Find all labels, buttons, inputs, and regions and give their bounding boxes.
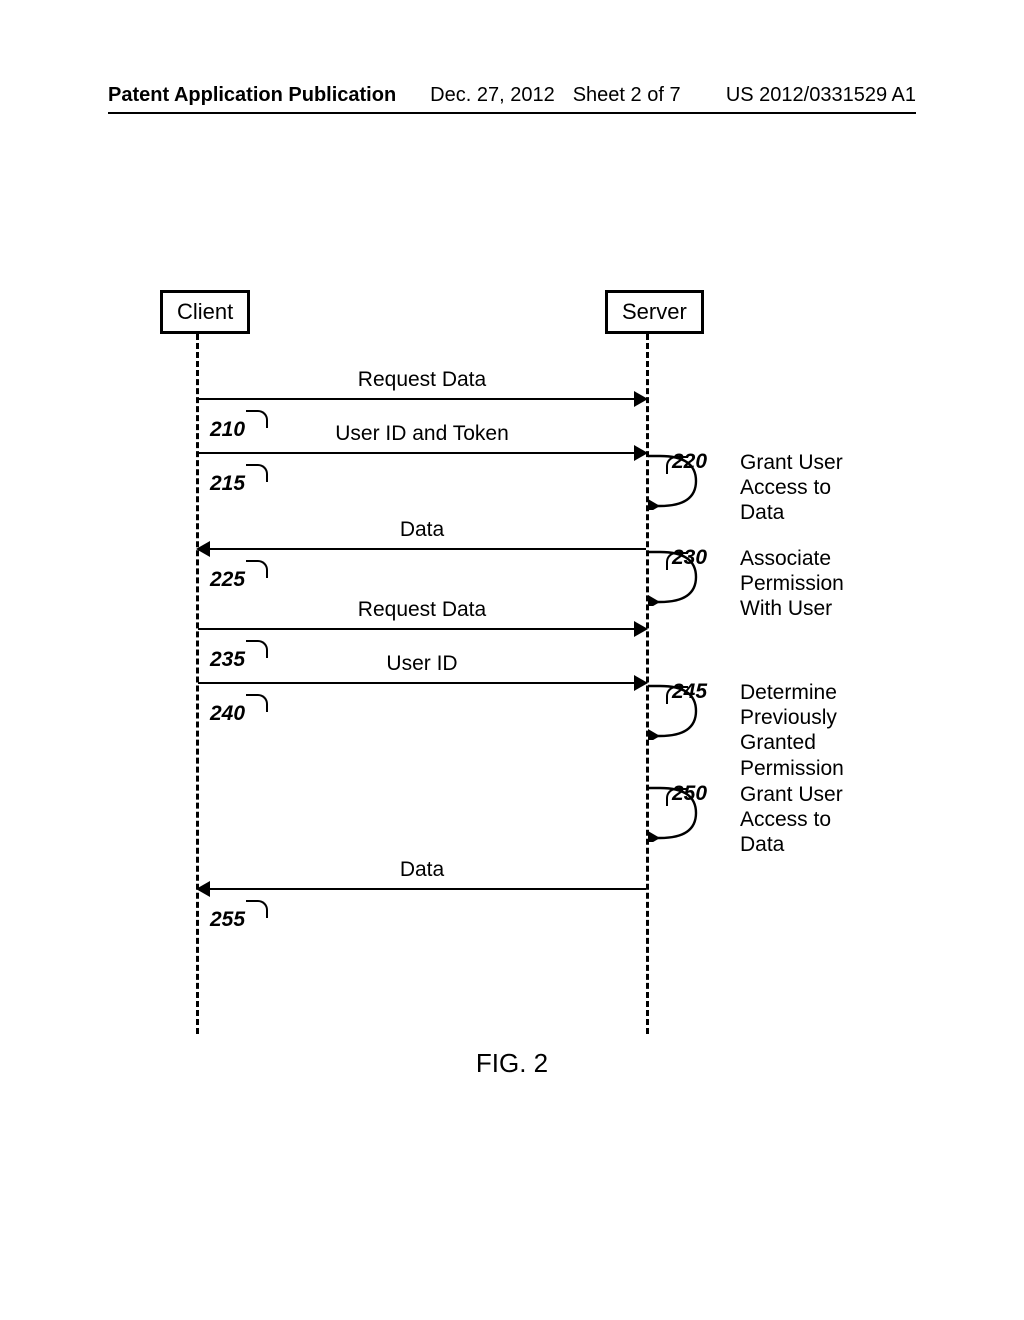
arrowhead-right-icon [634,621,648,637]
msg-255-arrow [198,888,646,890]
sequence-diagram-fig2: Client Server Request Data 210 User ID a… [170,290,900,1070]
self-250-ref: 250 [672,782,707,806]
page-header: Patent Application Publication Dec. 27, … [108,84,916,107]
arrowhead-left-icon [196,541,210,557]
msg-235-ref: 235 [210,648,245,672]
ref-hook-icon [246,694,268,712]
self-230-label: AssociatePermissionWith User [740,546,844,622]
publication-label: Patent Application Publication [108,84,396,107]
publication-number: US 2012/0331529 A1 [726,84,916,107]
self-230-ref: 230 [672,546,707,570]
self-220-label: Grant UserAccess toData [740,450,843,526]
arrowhead-left-icon [196,881,210,897]
arrowhead-right-icon [634,445,648,461]
msg-215-ref: 215 [210,472,245,496]
participant-client-label: Client [177,299,233,324]
ref-hook-icon [246,900,268,918]
msg-215-arrow [198,452,646,454]
msg-235-arrow [198,628,646,630]
msg-210-arrow [198,398,646,400]
msg-225-label: Data [400,518,444,542]
msg-225-ref: 225 [210,568,245,592]
figure-caption: FIG. 2 [0,1048,1024,1079]
msg-255-label: Data [400,858,444,882]
lifeline-client [196,334,199,1034]
msg-255-ref: 255 [210,908,245,932]
arrowhead-right-icon [634,391,648,407]
msg-210-label: Request Data [358,368,486,392]
participant-server-label: Server [622,299,687,324]
self-220-ref: 220 [672,450,707,474]
msg-235-label: Request Data [358,598,486,622]
ref-hook-icon [246,410,268,428]
self-245-ref: 245 [672,680,707,704]
self-250-label: Grant UserAccess toData [740,782,843,858]
msg-225-arrow [198,548,646,550]
msg-215-label: User ID and Token [335,422,509,446]
ref-hook-icon [246,640,268,658]
publication-date: Dec. 27, 2012 [430,84,555,107]
sheet-number: Sheet 2 of 7 [573,84,681,107]
arrowhead-right-icon [634,675,648,691]
ref-hook-icon [246,464,268,482]
self-245-label: DeterminePreviouslyGrantedPermission [740,680,844,781]
participant-server: Server [605,290,704,334]
msg-240-ref: 240 [210,702,245,726]
ref-hook-icon [246,560,268,578]
header-divider [108,112,916,114]
participant-client: Client [160,290,250,334]
msg-240-arrow [198,682,646,684]
msg-210-ref: 210 [210,418,245,442]
msg-240-label: User ID [386,652,457,676]
